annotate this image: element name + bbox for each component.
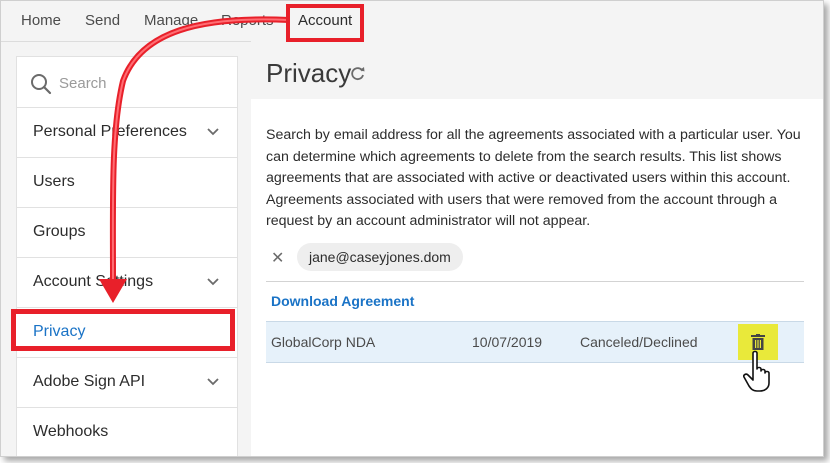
sidebar-item-adobe-sign-api[interactable]: Adobe Sign API: [17, 357, 237, 408]
sidebar-item-label: Account Settings: [33, 273, 154, 290]
chevron-down-icon: [207, 278, 219, 286]
nav-home[interactable]: Home: [21, 12, 61, 29]
top-navigation: Home Send Manage Reports Account: [1, 1, 823, 42]
nav-account[interactable]: Account: [286, 4, 365, 42]
sidebar-item-label: Personal Preferences: [33, 123, 187, 140]
sidebar-item-label: Webhooks: [33, 423, 109, 440]
app-window: Home Send Manage Reports Account Search …: [0, 0, 824, 457]
table-row[interactable]: GlobalCorp NDA 10/07/2019 Canceled/Decli…: [266, 321, 804, 363]
sidebar: Search Personal Preferences Users Groups…: [16, 56, 238, 456]
sidebar-item-account-settings[interactable]: Account Settings: [17, 257, 237, 308]
sidebar-item-privacy[interactable]: Privacy: [11, 309, 235, 351]
sidebar-item-groups[interactable]: Groups: [17, 207, 237, 258]
hand-cursor-icon: [743, 350, 770, 392]
agreement-status: Canceled/Declined: [580, 334, 698, 350]
sidebar-item-label: Adobe Sign API: [33, 373, 146, 390]
refresh-icon[interactable]: [349, 65, 366, 82]
sidebar-search[interactable]: Search: [17, 57, 237, 108]
nav-reports[interactable]: Reports: [221, 12, 274, 29]
sidebar-item-label: Groups: [33, 223, 86, 240]
nav-send[interactable]: Send: [85, 12, 120, 29]
agreement-date: 10/07/2019: [472, 334, 543, 350]
title-band: Privacy: [251, 41, 823, 99]
divider: [266, 281, 804, 282]
description-text: Search by email address for all the agre…: [266, 127, 801, 230]
sidebar-item-users[interactable]: Users: [17, 157, 237, 208]
sidebar-item-label: Users: [33, 173, 75, 190]
main-content: Privacy Search by email address for all …: [251, 41, 823, 456]
chevron-down-icon: [207, 128, 219, 136]
search-icon: [31, 74, 52, 95]
trash-icon: [751, 334, 765, 350]
search-email-chip[interactable]: jane@caseyjones.dom: [297, 243, 463, 271]
sidebar-item-webhooks[interactable]: Webhooks: [17, 407, 237, 456]
nav-manage[interactable]: Manage: [144, 12, 198, 29]
agreement-name: GlobalCorp NDA: [271, 334, 376, 350]
chevron-down-icon: [207, 378, 219, 386]
search-placeholder: Search: [59, 75, 107, 92]
page-title: Privacy: [266, 58, 352, 88]
sidebar-item-personal-preferences[interactable]: Personal Preferences: [17, 107, 237, 158]
close-icon[interactable]: ✕: [271, 248, 284, 268]
sidebar-item-label: Privacy: [33, 323, 86, 340]
download-agreement-link[interactable]: Download Agreement: [271, 293, 414, 309]
